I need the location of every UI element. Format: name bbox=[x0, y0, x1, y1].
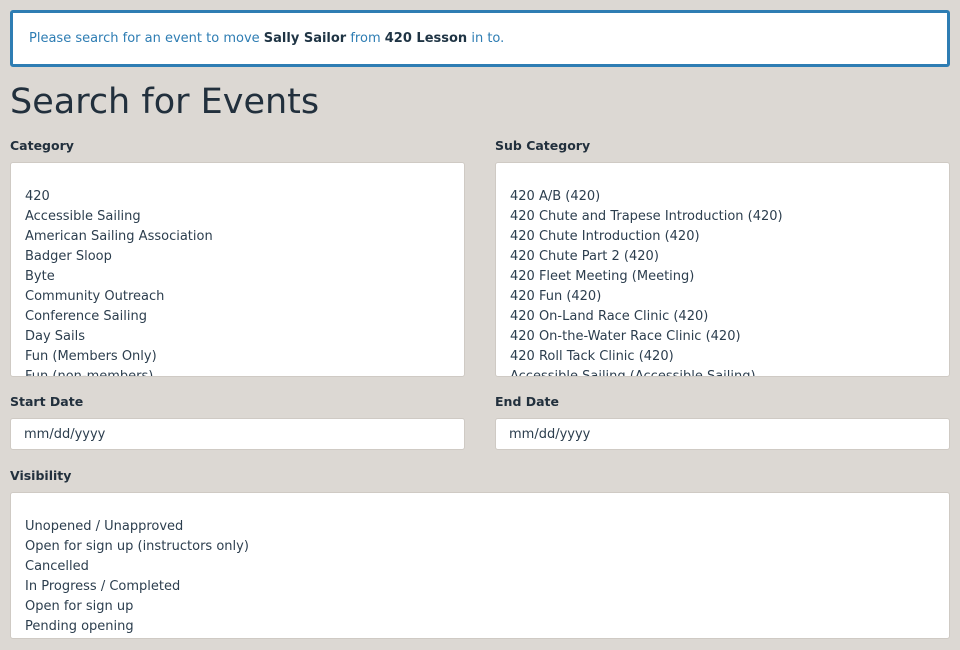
visibility-listbox[interactable]: Unopened / Unapproved Open for sign up (i… bbox=[10, 492, 950, 639]
subcategory-label: Sub Category bbox=[495, 138, 591, 153]
visibility-label: Visibility bbox=[10, 468, 72, 483]
end-date-label: End Date bbox=[495, 394, 560, 409]
subcategory-option[interactable]: 420 A/B (420) bbox=[510, 187, 783, 207]
notice-person: Sally Sailor bbox=[263, 31, 347, 46]
notice-prefix: Please search for an event to move bbox=[29, 31, 260, 46]
info-notice: Please search for an event to move Sally… bbox=[10, 10, 950, 67]
category-option[interactable]: Community Outreach bbox=[25, 287, 213, 307]
notice-text: Please search for an event to move Sally… bbox=[29, 31, 504, 46]
category-listbox[interactable]: 420 Accessible Sailing American Sailing As… bbox=[10, 162, 465, 377]
subcategory-options: 420 A/B (420) 420 Chute and Trapese Intro… bbox=[510, 187, 783, 376]
subcategory-option[interactable]: 420 Roll Tack Clinic (420) bbox=[510, 347, 783, 367]
visibility-option[interactable]: Pending opening bbox=[25, 617, 249, 637]
category-option[interactable]: Fun (Members Only) bbox=[25, 347, 213, 367]
visibility-options: Unopened / Unapproved Open for sign up (i… bbox=[25, 517, 249, 637]
end-date-input[interactable] bbox=[495, 418, 950, 450]
subcategory-option[interactable]: Accessible Sailing (Accessible Sailing) bbox=[510, 367, 783, 376]
subcategory-option[interactable]: 420 Chute Introduction (420) bbox=[510, 227, 783, 247]
visibility-option[interactable]: Open for sign up bbox=[25, 597, 249, 617]
category-options: 420 Accessible Sailing American Sailing As… bbox=[25, 187, 213, 376]
page-title: Search for Events bbox=[10, 82, 320, 122]
subcategory-listbox[interactable]: 420 A/B (420) 420 Chute and Trapese Intro… bbox=[495, 162, 950, 377]
start-date-input[interactable] bbox=[10, 418, 465, 450]
subcategory-option[interactable]: 420 Fleet Meeting (Meeting) bbox=[510, 267, 783, 287]
visibility-option[interactable]: Open for sign up (instructors only) bbox=[25, 537, 249, 557]
category-option[interactable]: Badger Sloop bbox=[25, 247, 213, 267]
category-option[interactable]: Accessible Sailing bbox=[25, 207, 213, 227]
visibility-option[interactable]: Unopened / Unapproved bbox=[25, 517, 249, 537]
category-option[interactable]: Byte bbox=[25, 267, 213, 287]
visibility-option[interactable]: In Progress / Completed bbox=[25, 577, 249, 597]
category-option[interactable]: 420 bbox=[25, 187, 213, 207]
subcategory-option[interactable]: 420 On-Land Race Clinic (420) bbox=[510, 307, 783, 327]
start-date-label: Start Date bbox=[10, 394, 84, 409]
subcategory-option[interactable]: 420 Fun (420) bbox=[510, 287, 783, 307]
category-option[interactable]: Day Sails bbox=[25, 327, 213, 347]
visibility-option[interactable]: Cancelled bbox=[25, 557, 249, 577]
category-option[interactable]: American Sailing Association bbox=[25, 227, 213, 247]
category-label: Category bbox=[10, 138, 74, 153]
category-option[interactable]: Conference Sailing bbox=[25, 307, 213, 327]
category-option[interactable]: Fun (non-members) bbox=[25, 367, 213, 376]
subcategory-option[interactable]: 420 Chute Part 2 (420) bbox=[510, 247, 783, 267]
subcategory-option[interactable]: 420 On-the-Water Race Clinic (420) bbox=[510, 327, 783, 347]
subcategory-option[interactable]: 420 Chute and Trapese Introduction (420) bbox=[510, 207, 783, 227]
notice-event: 420 Lesson bbox=[384, 31, 468, 46]
notice-middle: from bbox=[350, 31, 381, 46]
notice-suffix: in to. bbox=[471, 31, 505, 46]
